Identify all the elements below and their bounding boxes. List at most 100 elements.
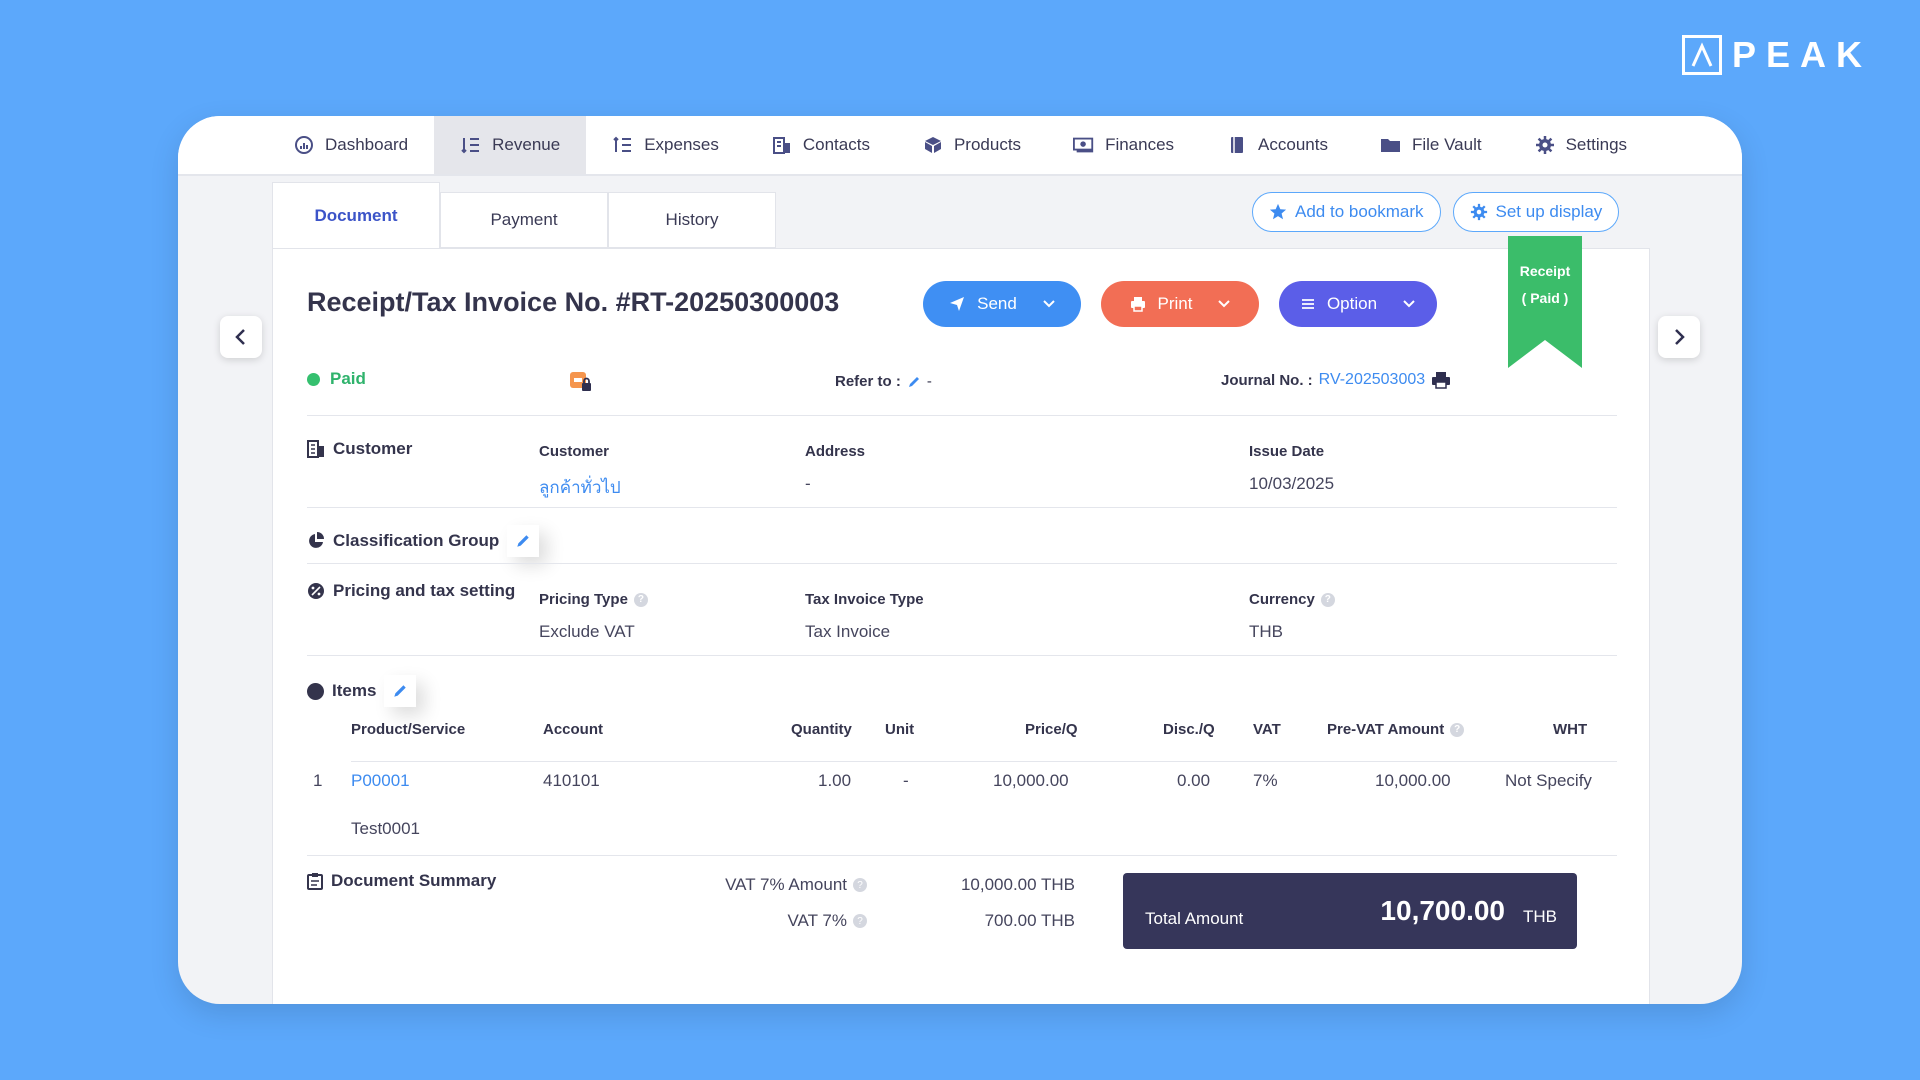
nav-item-accounts[interactable]: Accounts: [1200, 116, 1354, 174]
vat-value: 7%: [1253, 771, 1278, 790]
vat-text: VAT 7%: [787, 911, 847, 930]
items-section-title: Items: [307, 675, 417, 707]
pencil-icon[interactable]: [907, 375, 921, 389]
tab-document[interactable]: Document: [272, 182, 440, 248]
gear-icon: [1534, 134, 1556, 156]
nav-item-settings[interactable]: Settings: [1508, 116, 1653, 174]
chevron-left-icon: [235, 329, 245, 345]
option-button[interactable]: Option: [1279, 281, 1437, 327]
pricing-type-field: Pricing Type ? Exclude VAT: [539, 591, 648, 642]
document-actions: Send Print Option: [923, 281, 1437, 327]
pie-chart-icon: [309, 532, 324, 548]
set-up-display-button[interactable]: Set up display: [1452, 192, 1620, 232]
menu-icon: [1301, 299, 1314, 309]
previous-document-button[interactable]: [220, 316, 262, 358]
customer-link[interactable]: ลูกค้าทั่วไป: [539, 474, 621, 501]
vat-amount-label: VAT 7% Amount ?: [663, 875, 867, 895]
edit-items-button[interactable]: [384, 675, 417, 707]
pre-vat-header-text: Pre-VAT Amount: [1327, 721, 1445, 738]
total-currency: THB: [1523, 907, 1557, 926]
journal-link[interactable]: RV-202503003: [1319, 371, 1425, 389]
print-button[interactable]: Print: [1101, 281, 1259, 327]
tab-history[interactable]: History: [608, 192, 776, 248]
nav-item-revenue[interactable]: Revenue: [434, 116, 587, 174]
vat-amount-text: VAT 7% Amount: [725, 875, 847, 894]
pricing-section-title: Pricing and tax setting: [307, 581, 515, 601]
help-icon[interactable]: ?: [853, 878, 867, 892]
items-label: Items: [332, 681, 377, 700]
expenses-icon: [612, 134, 634, 156]
issue-date-field: Issue Date 10/03/2025: [1249, 443, 1334, 494]
pencil-icon: [517, 535, 529, 547]
top-navigation: Dashboard Revenue Expenses Contacts Prod…: [178, 116, 1742, 176]
top-actions: Add to bookmark Set up display: [1252, 192, 1620, 232]
price-value: 10,000.00: [993, 771, 1069, 790]
ribbon-line-2: ( Paid ): [1521, 290, 1569, 306]
chevron-right-icon: [1675, 329, 1685, 345]
nav-item-file-vault[interactable]: File Vault: [1354, 116, 1508, 174]
nav-label: Expenses: [644, 135, 719, 154]
customer-label: Customer: [539, 443, 610, 460]
star-icon: [1269, 203, 1287, 220]
peak-logo: PEAK: [1681, 34, 1872, 76]
journal-number: Journal No. : RV-202503003: [1221, 371, 1451, 389]
total-amount-value: 10,700.00: [1380, 895, 1505, 926]
quantity-value: 1.00: [818, 771, 852, 790]
pricing-type-value: Exclude VAT: [539, 622, 635, 641]
nav-label: Accounts: [1258, 135, 1328, 154]
column-header-vat: VAT: [1253, 721, 1281, 738]
product-link[interactable]: P00001: [351, 771, 410, 791]
help-icon[interactable]: ?: [1450, 722, 1465, 737]
folder-icon: [1380, 134, 1402, 156]
column-header-price: Price/Q: [1025, 721, 1078, 738]
tab-payment[interactable]: Payment: [440, 192, 608, 248]
printer-icon[interactable]: [1431, 371, 1451, 389]
bookmark-label: Add to bookmark: [1295, 202, 1424, 221]
vat-value: 700.00 THB: [984, 911, 1075, 930]
accounts-icon: [1226, 134, 1248, 156]
nav-item-finances[interactable]: Finances: [1047, 116, 1200, 174]
refer-label: Refer to :: [835, 373, 901, 390]
edit-classification-button[interactable]: [507, 525, 540, 557]
nav-label: File Vault: [1411, 135, 1482, 154]
nav-label: Products: [953, 135, 1022, 154]
nav-item-products[interactable]: Products: [896, 116, 1047, 174]
nav-item-dashboard[interactable]: Dashboard: [267, 116, 434, 174]
divider: [307, 855, 1617, 856]
status-text: Paid: [330, 369, 366, 388]
clipboard-icon: [307, 873, 323, 890]
total-label: Total Amount: [1145, 909, 1244, 928]
tax-invoice-type-field: Tax Invoice Type Tax Invoice: [805, 591, 924, 642]
refer-to: Refer to : -: [835, 373, 932, 390]
help-icon[interactable]: ?: [633, 592, 648, 607]
nav-item-expenses[interactable]: Expenses: [586, 116, 745, 174]
nav-label: Contacts: [802, 135, 870, 154]
gear-icon: [1470, 203, 1487, 221]
print-label: Print: [1157, 294, 1193, 313]
row-number: 1: [313, 771, 323, 790]
status-row: Paid Refer to : - Journal No. : RV-20250…: [307, 367, 1627, 395]
address-label: Address: [805, 443, 866, 460]
classification-label: Classification Group: [333, 531, 500, 550]
column-header-wht: WHT: [1553, 721, 1588, 738]
issue-date-label: Issue Date: [1249, 443, 1325, 460]
peak-logo-icon: [1681, 35, 1722, 75]
help-icon[interactable]: ?: [1320, 592, 1335, 607]
building-icon: [307, 440, 324, 458]
classification-section-title: Classification Group: [307, 525, 540, 557]
address-value: -: [805, 474, 811, 493]
display-label: Set up display: [1495, 202, 1603, 221]
help-icon[interactable]: ?: [853, 914, 867, 928]
nav-item-contacts[interactable]: Contacts: [745, 116, 896, 174]
nav-label: Finances: [1105, 135, 1175, 154]
send-button[interactable]: Send: [923, 281, 1081, 327]
column-header-unit: Unit: [885, 721, 915, 738]
pricing-section-label: Pricing and tax setting: [333, 581, 516, 600]
customer-field: Customer ลูกค้าทั่วไป: [539, 443, 621, 501]
add-to-bookmark-button[interactable]: Add to bookmark: [1252, 192, 1441, 232]
total-amount-box: Total Amount 10,700.00 THB: [1123, 873, 1577, 949]
next-document-button[interactable]: [1658, 316, 1700, 358]
pricing-type-text: Pricing Type: [539, 591, 628, 608]
chevron-down-icon: [1218, 300, 1231, 308]
locked-document-icon[interactable]: [569, 371, 593, 398]
